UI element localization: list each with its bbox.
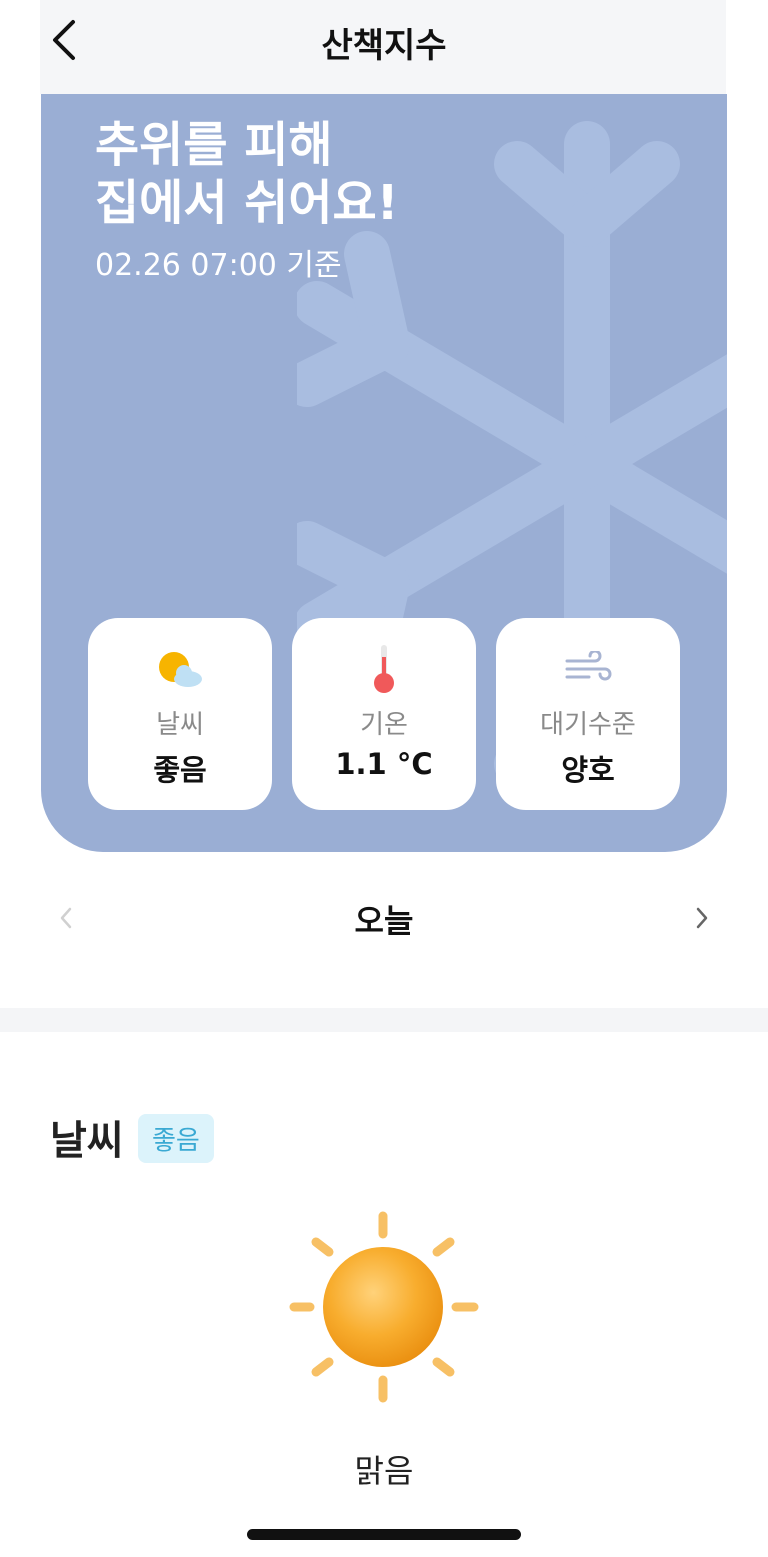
day-navigation: 오늘 [0, 880, 768, 956]
hero-timestamp: 02.26 07:00 기준 [95, 248, 342, 283]
summary-cards: 날씨 좋음 기온 1.1 °C 대기수준 양호 [88, 618, 680, 810]
weather-card-label: 날씨 [156, 710, 204, 740]
weather-section-title: 날씨 [50, 1118, 124, 1164]
weather-card-value: 좋음 [153, 753, 207, 787]
chevron-right-icon [696, 907, 708, 929]
air-quality-card-label: 대기수준 [540, 710, 636, 740]
temperature-card-label: 기온 [360, 710, 408, 740]
air-quality-card-value: 양호 [561, 753, 615, 787]
hero-banner: 추위를 피해 집에서 쉬어요! 02.26 07:00 기준 날씨 좋음 기온 … [41, 94, 727, 852]
weather-status-badge: 좋음 [138, 1114, 214, 1163]
temperature-card[interactable]: 기온 1.1 °C [292, 618, 476, 810]
section-divider [0, 1008, 768, 1032]
thermometer-icon [354, 645, 414, 693]
air-quality-card[interactable]: 대기수준 양호 [496, 618, 680, 810]
partly-sunny-icon [150, 646, 210, 692]
wind-icon [558, 646, 618, 692]
hero-title: 추위를 피해 집에서 쉬어요! [95, 117, 399, 231]
sun-icon [289, 1211, 479, 1403]
page-title: 산책지수 [321, 26, 447, 66]
next-day-button[interactable] [682, 898, 722, 938]
weather-card[interactable]: 날씨 좋음 [88, 618, 272, 810]
weather-description: 맑음 [354, 1452, 414, 1490]
home-indicator[interactable] [247, 1529, 521, 1540]
temperature-card-value: 1.1 °C [335, 747, 433, 781]
day-label: 오늘 [354, 902, 414, 940]
